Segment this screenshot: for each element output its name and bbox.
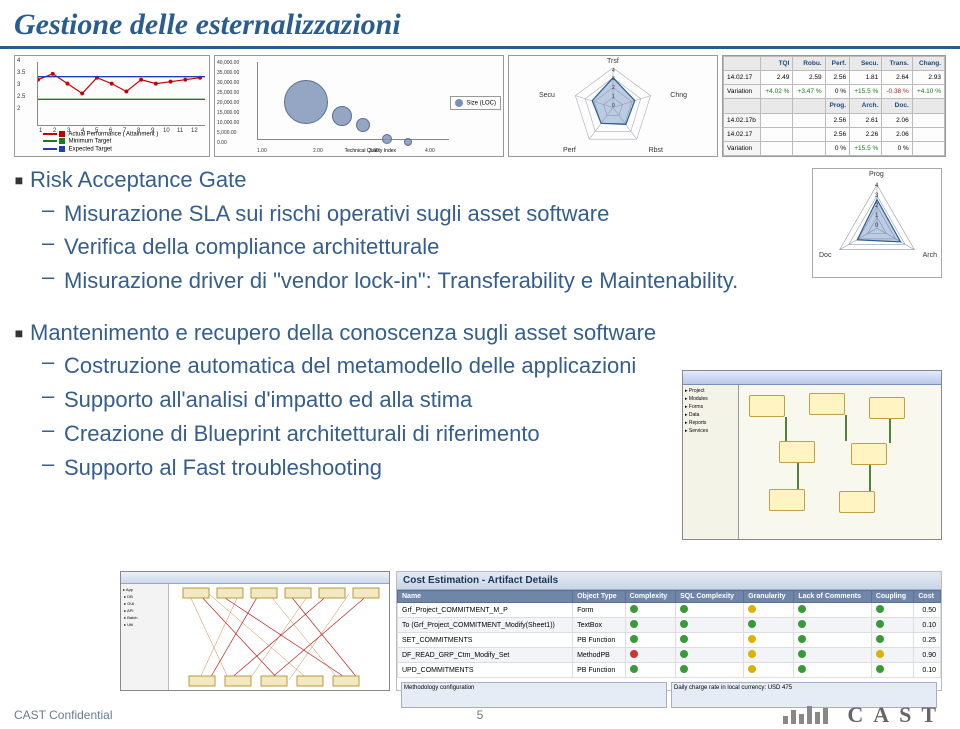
title-bar: Gestione delle esternalizzazioni [0, 0, 960, 49]
radar-chart-5axes: Trsf Chng Rbst Perf Secu 4 3 2 1 0 [508, 55, 718, 157]
top-chart-strip: 4 3.5 3 2.5 2 1 2 3 4 5 6 7 8 9 10 11 12… [0, 49, 960, 159]
footer: CAST Confidential 5 CAST [0, 701, 960, 729]
radar-chart-3axes: Prog Arch Doc 4 3 2 1 0 [812, 168, 942, 278]
section-heading: Risk Acceptance Gate [30, 165, 940, 195]
tree-panel: ▸ App ▸ DB ▸ GUI ▸ API ▸ Batch ▸ Util [121, 584, 169, 690]
graph-canvas [169, 584, 389, 690]
bubble [332, 106, 352, 126]
ytick: 2 [17, 106, 20, 112]
page-number: 5 [477, 708, 484, 722]
bubble [356, 118, 370, 132]
page-title: Gestione delle esternalizzazioni [14, 8, 946, 42]
bullet-text: Verifica della compliance architetturale [64, 232, 940, 262]
debt-bubble-chart: 40,000.00 35,000.00 30,000.00 25,000.00 … [214, 55, 504, 157]
bubble [404, 138, 412, 146]
bottom-area: ▸ App ▸ DB ▸ GUI ▸ API ▸ Batch ▸ Util [120, 571, 942, 691]
cost-table: NameObject Type ComplexitySQL Complexity… [397, 590, 941, 678]
metrics-table: TQIRobu.Perf.Secu.Trans.Chang. 14.02.172… [722, 55, 946, 157]
dependency-graph-screenshot: ▸ App ▸ DB ▸ GUI ▸ API ▸ Batch ▸ Util [120, 571, 390, 691]
bullet-text: Misurazione driver di "vendor lock-in": … [64, 266, 940, 296]
bubble [382, 134, 392, 144]
line-svg [38, 62, 205, 115]
diagram-canvas [739, 385, 941, 539]
ytick: 4 [17, 58, 20, 64]
bullet-text: Misurazione SLA sui rischi operativi sug… [64, 199, 940, 229]
bullet-l1: ■ Mantenimento e recupero della conoscen… [8, 318, 940, 348]
ytick: 3 [17, 82, 20, 88]
bubble [284, 80, 328, 124]
ytick: 2.5 [17, 94, 25, 100]
cost-estimation-panel: Cost Estimation - Artifact Details NameO… [396, 571, 942, 691]
section-heading: Mantenimento e recupero della conoscenza… [30, 318, 940, 348]
window-titlebar [121, 572, 389, 584]
panel-title: Cost Estimation - Artifact Details [397, 572, 941, 590]
tree-panel: ▸ Project▸ Modules▸ Forms▸ Data▸ Reports… [683, 385, 739, 539]
bullet-l1: ■ Risk Acceptance Gate [8, 165, 940, 195]
ytick: 3.5 [17, 70, 25, 76]
plot-area [257, 62, 449, 140]
size-legend: Size (LOC) [450, 96, 501, 110]
footer-confidential: CAST Confidential [14, 708, 113, 722]
square-bullet-icon: ■ [8, 165, 30, 195]
window-titlebar [683, 371, 941, 385]
sla-line-chart: 4 3.5 3 2.5 2 1 2 3 4 5 6 7 8 9 10 11 12… [14, 55, 210, 157]
x-axis-label: Technical Quality Index [345, 148, 396, 154]
plot-area [37, 62, 205, 126]
footer-bars-icon [783, 706, 828, 724]
footer-logo: CAST [847, 702, 946, 728]
legend: Actual Performance ( Attainment ) Minimu… [43, 131, 158, 154]
metamodel-screenshot: ▸ Project▸ Modules▸ Forms▸ Data▸ Reports… [682, 370, 942, 540]
square-bullet-icon: ■ [8, 318, 30, 348]
